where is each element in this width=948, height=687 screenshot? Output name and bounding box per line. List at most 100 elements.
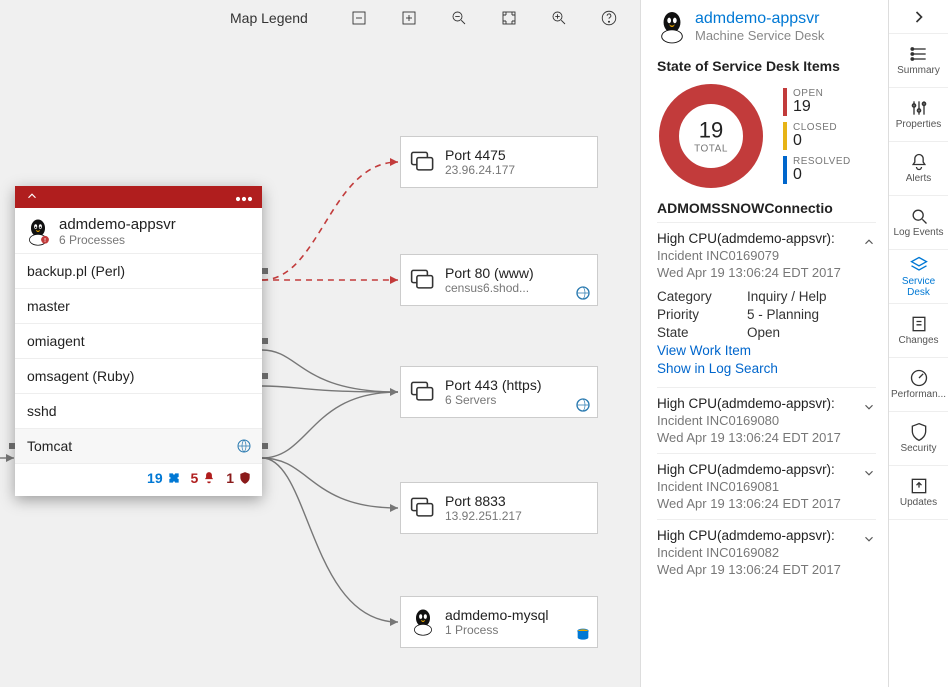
port-connector-icon: [262, 443, 268, 449]
incident-item[interactable]: High CPU(admdemo-appsvr): Incident INC01…: [657, 222, 876, 387]
rail-label: Changes: [898, 336, 938, 347]
process-item[interactable]: sshd: [15, 394, 262, 429]
kv-val: 5 - Planning: [747, 307, 819, 322]
machine-node-card[interactable]: ! admdemo-appsvr 6 Processes backup.pl (…: [15, 186, 262, 496]
incident-item[interactable]: High CPU(admdemo-appsvr): Incident INC01…: [657, 519, 876, 585]
remote-title: Port 4475: [445, 147, 515, 163]
rail-tab-summary[interactable]: Summary: [889, 34, 948, 88]
chevron-down-icon[interactable]: [862, 400, 876, 419]
chevron-right-icon: [909, 7, 929, 27]
changes-icon: [167, 471, 181, 485]
footer-count: 19: [147, 470, 163, 486]
collapse-all-icon[interactable]: [348, 7, 370, 29]
incident-title: High CPU(admdemo-appsvr):: [657, 396, 876, 411]
rail-label: Alerts: [906, 174, 932, 185]
kv-key: Category: [657, 289, 747, 304]
remote-title: admdemo-mysql: [445, 607, 548, 623]
donut-total-label: TOTAL: [694, 144, 728, 155]
linux-icon: [657, 10, 687, 44]
process-item[interactable]: Tomcat: [15, 429, 262, 464]
process-item[interactable]: master: [15, 289, 262, 324]
zoom-in-icon[interactable]: [548, 7, 570, 29]
donut-total: 19: [694, 118, 728, 144]
remote-sub: 13.92.251.217: [445, 509, 522, 523]
remote-node[interactable]: admdemo-mysql1 Process: [400, 596, 598, 648]
rail-tab-changes[interactable]: Changes: [889, 304, 948, 358]
linux-icon: !: [25, 218, 51, 246]
rail-tab-alerts[interactable]: Alerts: [889, 142, 948, 196]
rail-tab-updates[interactable]: Updates: [889, 466, 948, 520]
kv-val: Inquiry / Help: [747, 289, 827, 304]
remote-node[interactable]: Port 443 (https)6 Servers: [400, 366, 598, 418]
port-connector-icon: [9, 443, 15, 449]
rail-label: Service Desk: [891, 277, 947, 298]
globe-icon: [236, 438, 252, 454]
right-rail: Summary Properties Alerts Log Events Ser…: [888, 0, 948, 687]
chevron-down-icon[interactable]: [862, 532, 876, 551]
process-item[interactable]: omsagent (Ruby): [15, 359, 262, 394]
remote-node[interactable]: Port 883313.92.251.217: [400, 482, 598, 534]
process-item[interactable]: omiagent: [15, 324, 262, 359]
legend-value: 0: [793, 133, 837, 149]
node-title-row: ! admdemo-appsvr 6 Processes: [15, 208, 262, 253]
incident-title: High CPU(admdemo-appsvr):: [657, 231, 876, 246]
rail-tab-performance[interactable]: Performan...: [889, 358, 948, 412]
detail-panel: admdemo-appsvr Machine Service Desk Stat…: [640, 0, 888, 687]
node-subtitle: 6 Processes: [59, 233, 176, 247]
incident-item[interactable]: High CPU(admdemo-appsvr): Incident INC01…: [657, 453, 876, 519]
incident-item[interactable]: High CPU(admdemo-appsvr): Incident INC01…: [657, 387, 876, 453]
node-menu-icon[interactable]: [236, 189, 252, 205]
node-footer: 19 5 1: [15, 464, 262, 496]
remote-node[interactable]: Port 80 (www)census6.shod...: [400, 254, 598, 306]
connector-title: ADMOMSSNOWConnectio: [657, 200, 876, 216]
server-group-icon: [409, 266, 437, 294]
gauge-icon: [909, 368, 929, 388]
donut-row: 19 TOTAL OPEN19 CLOSED0 RESOLVED0: [657, 82, 876, 190]
rail-expand-button[interactable]: [889, 0, 948, 34]
show-log-search-link[interactable]: Show in Log Search: [657, 361, 876, 376]
view-work-item-link[interactable]: View Work Item: [657, 343, 876, 358]
update-icon: [909, 476, 929, 496]
server-group-icon: [409, 378, 437, 406]
shield-icon: [238, 471, 252, 485]
svg-text:!: !: [44, 238, 46, 244]
port-connector-icon: [262, 338, 268, 344]
detail-header: admdemo-appsvr Machine Service Desk: [657, 10, 876, 44]
map-canvas[interactable]: ! admdemo-appsvr 6 Processes backup.pl (…: [0, 0, 640, 687]
process-label: sshd: [27, 403, 57, 419]
globe-icon: [575, 397, 591, 413]
map-legend-label[interactable]: Map Legend: [230, 10, 308, 26]
kv-key: State: [657, 325, 747, 340]
bell-icon: [909, 152, 929, 172]
rail-tab-properties[interactable]: Properties: [889, 88, 948, 142]
kv-val: Open: [747, 325, 780, 340]
rail-label: Properties: [896, 120, 942, 131]
donut-legend: OPEN19 CLOSED0 RESOLVED0: [783, 88, 851, 184]
server-group-icon: [409, 494, 437, 522]
rail-tab-service-desk[interactable]: Service Desk: [889, 250, 948, 304]
rail-label: Summary: [897, 66, 940, 77]
changes-icon: [909, 314, 929, 334]
server-group-icon: [409, 148, 437, 176]
legend-swatch: [783, 122, 787, 150]
shield-icon: [909, 422, 929, 442]
incident-title: High CPU(admdemo-appsvr):: [657, 528, 876, 543]
port-connector-icon: [262, 268, 268, 274]
rail-label: Updates: [900, 498, 937, 509]
chevron-up-icon[interactable]: [862, 235, 876, 254]
process-item[interactable]: backup.pl (Perl): [15, 254, 262, 289]
legend-value: 0: [793, 167, 851, 183]
collapse-icon[interactable]: [25, 189, 39, 206]
rail-tab-log-events[interactable]: Log Events: [889, 196, 948, 250]
remote-node[interactable]: Port 447523.96.24.177: [400, 136, 598, 188]
incident-title: High CPU(admdemo-appsvr):: [657, 462, 876, 477]
rail-tab-security[interactable]: Security: [889, 412, 948, 466]
remote-sub: 6 Servers: [445, 393, 542, 407]
zoom-out-icon[interactable]: [448, 7, 470, 29]
help-icon[interactable]: [598, 7, 620, 29]
expand-all-icon[interactable]: [398, 7, 420, 29]
rail-label: Log Events: [893, 228, 943, 239]
fit-screen-icon[interactable]: [498, 7, 520, 29]
chevron-down-icon[interactable]: [862, 466, 876, 485]
incident-id: Incident INC0169082: [657, 545, 876, 560]
